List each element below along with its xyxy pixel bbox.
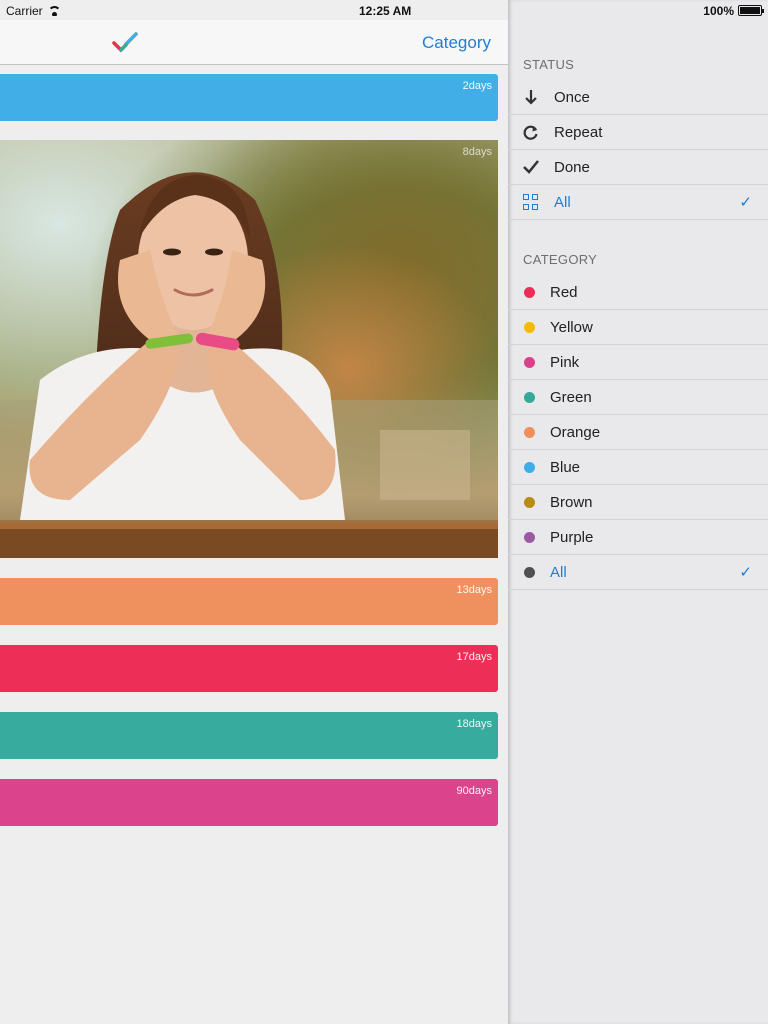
task-days-label: 17days	[456, 651, 492, 663]
category-item-orange[interactable]: Orange	[508, 415, 768, 450]
category-item-label: Blue	[550, 458, 581, 476]
category-item-label: Pink	[550, 353, 580, 371]
task-days-label: 18days	[456, 718, 492, 730]
orange-dot-icon	[523, 426, 535, 438]
photo-image	[0, 140, 498, 558]
category-item-pink[interactable]: Pink	[508, 345, 768, 380]
yellow-dot-icon	[523, 321, 535, 333]
category-item-label: Green	[550, 388, 592, 406]
filter-sidebar: 100% STATUS Once Repeat Done All ✓ CATEG…	[508, 0, 768, 1024]
task-days-label: 2days	[462, 80, 492, 92]
task-card[interactable]: 18days	[0, 712, 498, 759]
task-days-label: 13days	[456, 584, 492, 596]
app-logo-icon[interactable]	[112, 30, 138, 54]
status-section-header: STATUS	[523, 57, 575, 72]
category-item-label: Orange	[550, 423, 601, 441]
category-item-label: Yellow	[550, 318, 593, 336]
battery-icon	[738, 5, 764, 16]
category-item-red[interactable]: Red	[508, 275, 768, 310]
navigation-bar: Category	[0, 20, 508, 65]
pink-dot-icon	[523, 356, 535, 368]
category-item-all[interactable]: All ✓	[508, 555, 768, 590]
repeat-icon	[508, 124, 554, 140]
category-item-green[interactable]: Green	[508, 380, 768, 415]
task-days-label: 8days	[462, 146, 492, 158]
status-item-label: All	[554, 193, 571, 211]
selected-checkmark-icon: ✓	[739, 564, 752, 581]
status-item-once[interactable]: Once	[508, 80, 768, 115]
status-item-done[interactable]: Done	[508, 150, 768, 185]
purple-dot-icon	[523, 531, 535, 543]
wifi-icon	[47, 6, 61, 16]
task-list: 2days 8days 13days 17days 18days 90days	[0, 65, 508, 1024]
battery-percentage: 100%	[703, 4, 734, 18]
status-item-repeat[interactable]: Repeat	[508, 115, 768, 150]
arrow-down-icon	[508, 89, 554, 105]
category-item-blue[interactable]: Blue	[508, 450, 768, 485]
grid-icon	[508, 194, 554, 210]
main-panel: Carrier 12:25 AM Category 2days 8days 13…	[0, 0, 508, 1024]
carrier-label: Carrier	[6, 4, 43, 18]
status-bar-carrier: Carrier	[6, 4, 61, 18]
selected-checkmark-icon: ✓	[739, 194, 752, 211]
category-item-label: Purple	[550, 528, 594, 546]
category-item-yellow[interactable]: Yellow	[508, 310, 768, 345]
checkmark-icon	[508, 160, 554, 174]
status-item-label: Repeat	[554, 123, 603, 141]
category-item-brown[interactable]: Brown	[508, 485, 768, 520]
category-button[interactable]: Category	[422, 33, 491, 53]
status-item-all[interactable]: All ✓	[508, 185, 768, 220]
task-card[interactable]: 90days	[0, 779, 498, 826]
status-item-label: Once	[554, 88, 590, 106]
category-section-header: CATEGORY	[523, 252, 598, 267]
category-item-purple[interactable]: Purple	[508, 520, 768, 555]
all-dot-icon	[523, 566, 535, 578]
task-card[interactable]: 2days	[0, 74, 498, 121]
task-days-label: 90days	[456, 785, 492, 797]
red-dot-icon	[523, 286, 535, 298]
task-photo-card[interactable]: 8days	[0, 140, 498, 558]
blue-dot-icon	[523, 461, 535, 473]
category-item-label: Brown	[550, 493, 593, 511]
brown-dot-icon	[523, 496, 535, 508]
green-dot-icon	[523, 391, 535, 403]
category-item-label: All	[550, 563, 567, 581]
task-card[interactable]: 17days	[0, 645, 498, 692]
category-item-label: Red	[550, 283, 578, 301]
task-card[interactable]: 13days	[0, 578, 498, 625]
status-item-label: Done	[554, 158, 590, 176]
status-time: 12:25 AM	[359, 4, 412, 18]
